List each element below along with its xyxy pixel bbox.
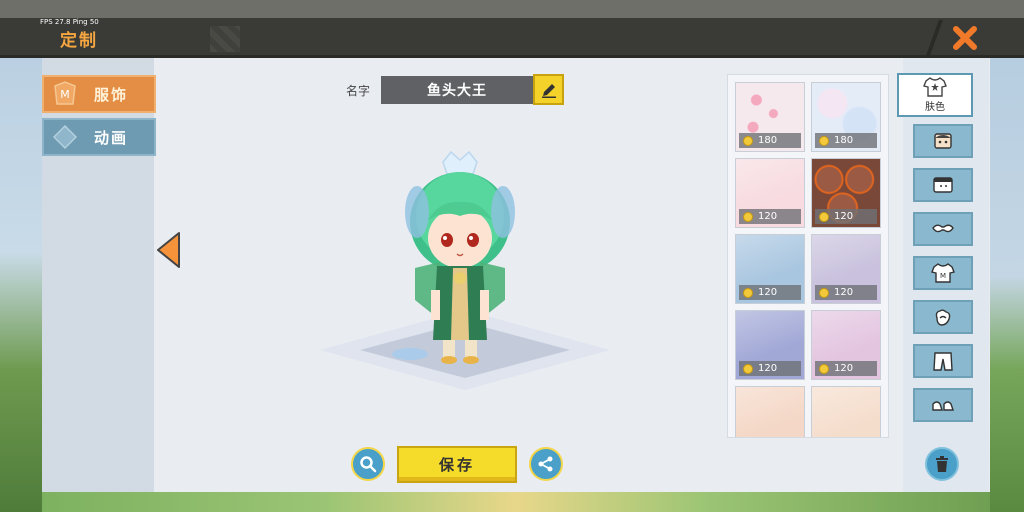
skin-swatch[interactable]: 120: [735, 234, 805, 304]
coin-icon: [743, 135, 753, 146]
category-shoes[interactable]: [913, 388, 973, 422]
delete-button[interactable]: [925, 447, 959, 481]
price-tag: 120: [739, 361, 801, 376]
skin-swatch[interactable]: [735, 386, 805, 437]
share-button[interactable]: [529, 447, 563, 481]
category-hair[interactable]: [913, 168, 973, 202]
price-tag: 180: [739, 133, 801, 148]
top-bar: [0, 0, 1024, 58]
costume-icon: M: [50, 79, 80, 109]
shirt-star-icon: [923, 77, 947, 97]
category-face[interactable]: [913, 124, 973, 158]
shoes-icon: [932, 401, 954, 411]
skin-swatch[interactable]: 120: [735, 158, 805, 228]
name-field: 鱼头大王: [381, 76, 533, 104]
tab-animation[interactable]: 动画: [42, 118, 156, 156]
category-skin-color[interactable]: 肤色: [897, 73, 973, 117]
edit-name-button[interactable]: [533, 74, 564, 105]
price-tag: 120: [739, 285, 801, 300]
skin-swatch[interactable]: 180: [735, 82, 805, 152]
skin-color-grid: 180 180 120 120 120 120 120 120: [727, 74, 889, 438]
share-icon: [538, 456, 553, 472]
svg-text:M: M: [60, 88, 70, 101]
game-background-left: [0, 40, 42, 512]
coin-icon: [743, 211, 753, 222]
coin-icon: [819, 287, 829, 298]
game-background-right: [990, 40, 1024, 512]
price-value: 120: [834, 363, 854, 374]
category-pants[interactable]: [913, 344, 973, 378]
coin-icon: [819, 135, 829, 146]
arrow-left-icon: [157, 232, 180, 268]
save-button[interactable]: 保存: [397, 446, 517, 483]
mask-icon: [932, 224, 954, 233]
coin-icon: [819, 211, 829, 222]
back-arrow-button[interactable]: [155, 230, 183, 270]
price-tag: 120: [815, 361, 877, 376]
category-glove[interactable]: [913, 300, 973, 334]
close-icon: [953, 26, 977, 50]
coin-icon: [743, 287, 753, 298]
name-label: 名字: [346, 84, 371, 98]
category-skin-color-label: 肤色: [925, 102, 945, 113]
price-value: 120: [834, 287, 854, 298]
price-value: 180: [834, 135, 854, 146]
price-value: 120: [758, 363, 778, 374]
price-tag: 120: [739, 209, 801, 224]
category-mask[interactable]: [913, 212, 973, 246]
glove-icon: [935, 309, 951, 326]
price-value: 120: [758, 287, 778, 298]
category-shirt[interactable]: M: [913, 256, 973, 290]
price-tag: 120: [815, 285, 877, 300]
svg-text:M: M: [940, 272, 946, 280]
coin-icon: [743, 363, 753, 374]
skin-swatch[interactable]: 120: [735, 310, 805, 380]
skin-swatch[interactable]: [811, 386, 881, 437]
tab-costume[interactable]: M 服饰: [42, 75, 156, 113]
price-tag: 180: [815, 133, 877, 148]
hair-icon: [933, 177, 953, 193]
shirt-icon: M: [931, 263, 955, 283]
pencil-icon: [541, 83, 556, 98]
price-value: 180: [758, 135, 778, 146]
price-value: 120: [758, 211, 778, 222]
pants-icon: [933, 352, 953, 371]
price-tag: 120: [815, 209, 877, 224]
game-background-bottom: [42, 492, 990, 512]
avatar-character: [405, 150, 515, 364]
tab-animation-label: 动画: [94, 128, 129, 147]
skin-swatch[interactable]: 120: [811, 234, 881, 304]
trash-icon: [936, 456, 948, 472]
page-title: 定制: [60, 31, 98, 51]
skin-swatch[interactable]: 180: [811, 82, 881, 152]
magnifier-icon: [360, 456, 377, 473]
price-value: 120: [834, 211, 854, 222]
skin-swatch[interactable]: 120: [811, 310, 881, 380]
header-decoration: [210, 26, 240, 52]
tab-costume-label: 服饰: [94, 85, 129, 104]
face-icon: [934, 133, 952, 149]
animation-icon: [50, 122, 80, 152]
coin-icon: [819, 363, 829, 374]
skin-swatch[interactable]: 120: [811, 158, 881, 228]
close-button[interactable]: [945, 20, 985, 56]
fps-readout: FPS 27.8 Ping 50: [40, 18, 99, 26]
zoom-button[interactable]: [351, 447, 385, 481]
